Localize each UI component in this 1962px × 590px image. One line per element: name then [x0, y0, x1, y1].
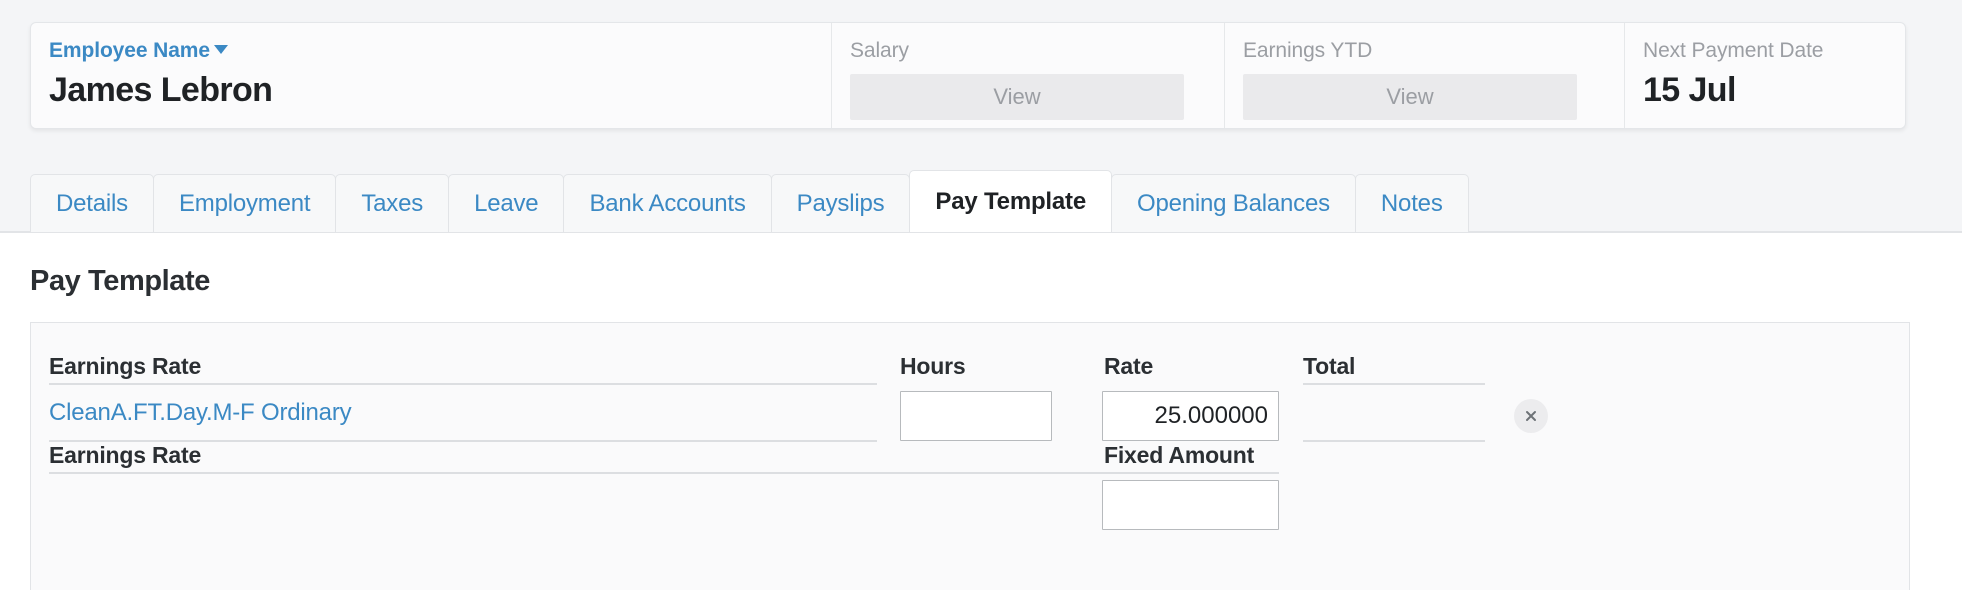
earnings-ytd-cell: Earnings YTD View: [1224, 23, 1624, 128]
tab-employment[interactable]: Employment: [152, 174, 337, 232]
tab-label: Notes: [1380, 189, 1443, 217]
employee-name-cell: Employee Name James Lebron: [31, 23, 831, 128]
tab-label: Payslips: [796, 189, 885, 217]
tabbar-container: Details Employment Taxes Leave Bank Acco…: [0, 170, 1962, 233]
pay-template-content: Pay Template Earnings Rate Hours Rate To…: [0, 233, 1962, 590]
next-payment-date-label: Next Payment Date: [1643, 39, 1824, 62]
column-header-total: Total: [1303, 353, 1356, 379]
column-header-earnings-rate-row2: Earnings Rate: [49, 442, 202, 468]
earnings-ytd-view-button[interactable]: View: [1243, 74, 1577, 120]
earnings-rate-header-rule: [49, 383, 877, 385]
column-header-fixed-amount: Fixed Amount: [1104, 442, 1255, 468]
employee-name-label: Employee Name: [49, 39, 210, 62]
tab-payslips[interactable]: Payslips: [770, 174, 911, 232]
chevron-down-icon[interactable]: [213, 45, 228, 54]
tab-label: Taxes: [361, 189, 424, 217]
tab-label: Details: [56, 189, 128, 217]
fixed-amount-input[interactable]: [1102, 480, 1279, 530]
total-header-rule: [1303, 383, 1485, 385]
total-value-rule: [1303, 440, 1485, 442]
tab-label: Employment: [178, 189, 311, 217]
tab-opening-balances[interactable]: Opening Balances: [1110, 174, 1356, 232]
salary-cell: Salary View: [831, 23, 1224, 128]
rate-input[interactable]: [1102, 391, 1279, 441]
tab-label: Opening Balances: [1136, 189, 1330, 217]
tab-label: Leave: [474, 189, 539, 217]
salary-view-button[interactable]: View: [850, 74, 1184, 120]
page-title: Pay Template: [30, 265, 211, 297]
hours-input[interactable]: [900, 391, 1052, 441]
earnings-rate-header-rule-row2: [49, 472, 1279, 474]
pay-template-table: Earnings Rate Hours Rate Total CleanA.FT…: [30, 322, 1910, 590]
close-icon: [1526, 411, 1536, 421]
employee-summary-card: Employee Name James Lebron Salary View E…: [30, 22, 1906, 129]
pay-template-page: Employee Name James Lebron Salary View E…: [0, 0, 1962, 590]
column-header-rate: Rate: [1104, 353, 1154, 379]
tab-label: Bank Accounts: [589, 189, 746, 217]
next-payment-date-cell: Next Payment Date 15 Jul: [1624, 23, 1905, 128]
tab-pay-template[interactable]: Pay Template: [909, 170, 1112, 232]
column-header-earnings-rate: Earnings Rate: [49, 353, 202, 379]
employee-name-value: James Lebron: [49, 71, 273, 109]
tab-leave[interactable]: Leave: [448, 174, 565, 232]
employee-tabs: Details Employment Taxes Leave Bank Acco…: [30, 170, 1469, 232]
column-header-hours: Hours: [900, 353, 966, 379]
tab-label: Pay Template: [935, 187, 1086, 215]
tab-taxes[interactable]: Taxes: [335, 174, 450, 232]
tab-bank-accounts[interactable]: Bank Accounts: [563, 174, 772, 232]
salary-label: Salary: [850, 39, 909, 62]
employee-name-dropdown[interactable]: Employee Name: [49, 39, 831, 63]
earnings-ytd-label: Earnings YTD: [1243, 39, 1373, 62]
tab-notes[interactable]: Notes: [1354, 174, 1469, 232]
tab-details[interactable]: Details: [30, 174, 154, 232]
remove-row-button[interactable]: [1514, 399, 1548, 433]
next-payment-date-value: 15 Jul: [1643, 71, 1736, 109]
earnings-rate-link-row1[interactable]: CleanA.FT.Day.M-F Ordinary: [49, 399, 352, 427]
